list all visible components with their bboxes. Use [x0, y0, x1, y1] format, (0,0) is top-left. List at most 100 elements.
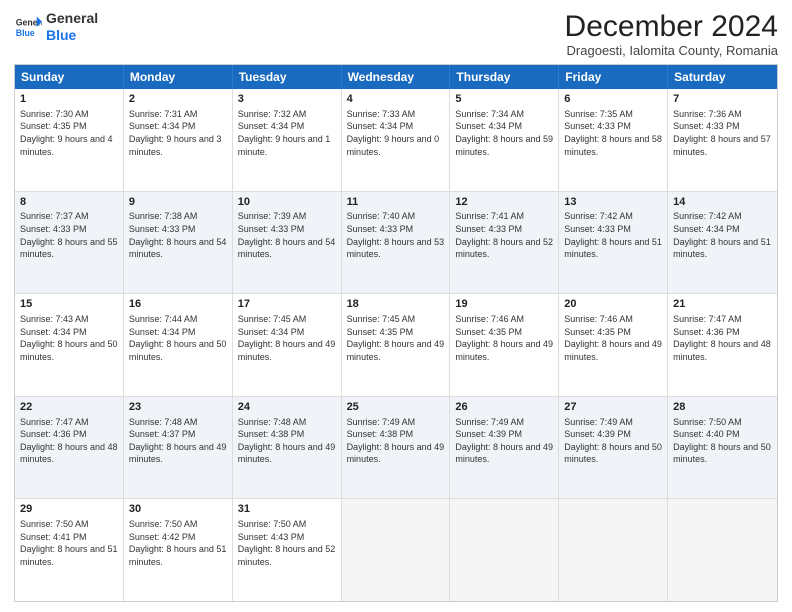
calendar-cell: 12Sunrise: 7:41 AMSunset: 4:33 PMDayligh…: [450, 192, 559, 294]
calendar-row: 1Sunrise: 7:30 AMSunset: 4:35 PMDaylight…: [15, 89, 777, 191]
svg-text:Blue: Blue: [16, 28, 35, 38]
calendar-cell: 4Sunrise: 7:33 AMSunset: 4:34 PMDaylight…: [342, 89, 451, 191]
calendar-row: 15Sunrise: 7:43 AMSunset: 4:34 PMDayligh…: [15, 293, 777, 396]
day-number: 18: [347, 297, 445, 312]
day-number: 17: [238, 297, 336, 312]
cell-info: Sunrise: 7:30 AMSunset: 4:35 PMDaylight:…: [20, 108, 118, 158]
weekday-header: Monday: [124, 65, 233, 89]
logo-blue: Blue: [46, 27, 76, 43]
calendar-cell: 9Sunrise: 7:38 AMSunset: 4:33 PMDaylight…: [124, 192, 233, 294]
calendar-row: 22Sunrise: 7:47 AMSunset: 4:36 PMDayligh…: [15, 396, 777, 499]
calendar-row: 8Sunrise: 7:37 AMSunset: 4:33 PMDaylight…: [15, 191, 777, 294]
cell-info: Sunrise: 7:50 AMSunset: 4:41 PMDaylight:…: [20, 518, 118, 568]
cell-info: Sunrise: 7:50 AMSunset: 4:43 PMDaylight:…: [238, 518, 336, 568]
cell-info: Sunrise: 7:44 AMSunset: 4:34 PMDaylight:…: [129, 313, 227, 363]
calendar-cell: 30Sunrise: 7:50 AMSunset: 4:42 PMDayligh…: [124, 499, 233, 601]
calendar-cell: 3Sunrise: 7:32 AMSunset: 4:34 PMDaylight…: [233, 89, 342, 191]
cell-info: Sunrise: 7:41 AMSunset: 4:33 PMDaylight:…: [455, 210, 553, 260]
calendar-cell: [668, 499, 777, 601]
cell-info: Sunrise: 7:34 AMSunset: 4:34 PMDaylight:…: [455, 108, 553, 158]
day-number: 23: [129, 400, 227, 415]
cell-info: Sunrise: 7:45 AMSunset: 4:34 PMDaylight:…: [238, 313, 336, 363]
calendar-cell: 14Sunrise: 7:42 AMSunset: 4:34 PMDayligh…: [668, 192, 777, 294]
calendar-cell: 8Sunrise: 7:37 AMSunset: 4:33 PMDaylight…: [15, 192, 124, 294]
day-number: 1: [20, 92, 118, 107]
weekday-header: Friday: [559, 65, 668, 89]
day-number: 25: [347, 400, 445, 415]
page: General Blue General Blue December 2024 …: [0, 0, 792, 612]
calendar-cell: 27Sunrise: 7:49 AMSunset: 4:39 PMDayligh…: [559, 397, 668, 499]
cell-info: Sunrise: 7:36 AMSunset: 4:33 PMDaylight:…: [673, 108, 772, 158]
title-area: December 2024 Dragoesti, Ialomita County…: [565, 10, 778, 58]
calendar-cell: 21Sunrise: 7:47 AMSunset: 4:36 PMDayligh…: [668, 294, 777, 396]
calendar-cell: 28Sunrise: 7:50 AMSunset: 4:40 PMDayligh…: [668, 397, 777, 499]
cell-info: Sunrise: 7:31 AMSunset: 4:34 PMDaylight:…: [129, 108, 227, 158]
day-number: 15: [20, 297, 118, 312]
day-number: 14: [673, 195, 772, 210]
calendar-cell: 19Sunrise: 7:46 AMSunset: 4:35 PMDayligh…: [450, 294, 559, 396]
day-number: 12: [455, 195, 553, 210]
calendar-row: 29Sunrise: 7:50 AMSunset: 4:41 PMDayligh…: [15, 498, 777, 601]
location: Dragoesti, Ialomita County, Romania: [565, 43, 778, 58]
calendar-cell: 25Sunrise: 7:49 AMSunset: 4:38 PMDayligh…: [342, 397, 451, 499]
cell-info: Sunrise: 7:33 AMSunset: 4:34 PMDaylight:…: [347, 108, 445, 158]
cell-info: Sunrise: 7:49 AMSunset: 4:39 PMDaylight:…: [455, 416, 553, 466]
header: General Blue General Blue December 2024 …: [14, 10, 778, 58]
day-number: 3: [238, 92, 336, 107]
day-number: 19: [455, 297, 553, 312]
day-number: 8: [20, 195, 118, 210]
calendar-cell: 18Sunrise: 7:45 AMSunset: 4:35 PMDayligh…: [342, 294, 451, 396]
day-number: 10: [238, 195, 336, 210]
calendar-body: 1Sunrise: 7:30 AMSunset: 4:35 PMDaylight…: [15, 89, 777, 601]
cell-info: Sunrise: 7:35 AMSunset: 4:33 PMDaylight:…: [564, 108, 662, 158]
cell-info: Sunrise: 7:49 AMSunset: 4:38 PMDaylight:…: [347, 416, 445, 466]
calendar-cell: 11Sunrise: 7:40 AMSunset: 4:33 PMDayligh…: [342, 192, 451, 294]
cell-info: Sunrise: 7:48 AMSunset: 4:37 PMDaylight:…: [129, 416, 227, 466]
calendar-cell: 1Sunrise: 7:30 AMSunset: 4:35 PMDaylight…: [15, 89, 124, 191]
weekday-header: Wednesday: [342, 65, 451, 89]
calendar-cell: 31Sunrise: 7:50 AMSunset: 4:43 PMDayligh…: [233, 499, 342, 601]
cell-info: Sunrise: 7:48 AMSunset: 4:38 PMDaylight:…: [238, 416, 336, 466]
cell-info: Sunrise: 7:37 AMSunset: 4:33 PMDaylight:…: [20, 210, 118, 260]
cell-info: Sunrise: 7:42 AMSunset: 4:34 PMDaylight:…: [673, 210, 772, 260]
logo-icon: General Blue: [14, 13, 42, 41]
calendar: SundayMondayTuesdayWednesdayThursdayFrid…: [14, 64, 778, 602]
day-number: 20: [564, 297, 662, 312]
cell-info: Sunrise: 7:49 AMSunset: 4:39 PMDaylight:…: [564, 416, 662, 466]
cell-info: Sunrise: 7:40 AMSunset: 4:33 PMDaylight:…: [347, 210, 445, 260]
calendar-cell: 10Sunrise: 7:39 AMSunset: 4:33 PMDayligh…: [233, 192, 342, 294]
logo: General Blue General Blue: [14, 10, 98, 44]
cell-info: Sunrise: 7:39 AMSunset: 4:33 PMDaylight:…: [238, 210, 336, 260]
month-title: December 2024: [565, 10, 778, 43]
cell-info: Sunrise: 7:32 AMSunset: 4:34 PMDaylight:…: [238, 108, 336, 158]
day-number: 13: [564, 195, 662, 210]
day-number: 27: [564, 400, 662, 415]
day-number: 7: [673, 92, 772, 107]
day-number: 26: [455, 400, 553, 415]
day-number: 16: [129, 297, 227, 312]
calendar-cell: [342, 499, 451, 601]
calendar-header: SundayMondayTuesdayWednesdayThursdayFrid…: [15, 65, 777, 89]
day-number: 29: [20, 502, 118, 517]
day-number: 30: [129, 502, 227, 517]
logo-text: General Blue: [46, 10, 98, 44]
cell-info: Sunrise: 7:46 AMSunset: 4:35 PMDaylight:…: [564, 313, 662, 363]
day-number: 4: [347, 92, 445, 107]
calendar-cell: 29Sunrise: 7:50 AMSunset: 4:41 PMDayligh…: [15, 499, 124, 601]
calendar-cell: 17Sunrise: 7:45 AMSunset: 4:34 PMDayligh…: [233, 294, 342, 396]
cell-info: Sunrise: 7:38 AMSunset: 4:33 PMDaylight:…: [129, 210, 227, 260]
day-number: 28: [673, 400, 772, 415]
weekday-header: Saturday: [668, 65, 777, 89]
cell-info: Sunrise: 7:45 AMSunset: 4:35 PMDaylight:…: [347, 313, 445, 363]
day-number: 6: [564, 92, 662, 107]
logo-general: General: [46, 10, 98, 26]
cell-info: Sunrise: 7:47 AMSunset: 4:36 PMDaylight:…: [20, 416, 118, 466]
calendar-cell: 26Sunrise: 7:49 AMSunset: 4:39 PMDayligh…: [450, 397, 559, 499]
cell-info: Sunrise: 7:50 AMSunset: 4:42 PMDaylight:…: [129, 518, 227, 568]
calendar-cell: [559, 499, 668, 601]
calendar-cell: 16Sunrise: 7:44 AMSunset: 4:34 PMDayligh…: [124, 294, 233, 396]
cell-info: Sunrise: 7:42 AMSunset: 4:33 PMDaylight:…: [564, 210, 662, 260]
day-number: 5: [455, 92, 553, 107]
weekday-header: Sunday: [15, 65, 124, 89]
day-number: 11: [347, 195, 445, 210]
